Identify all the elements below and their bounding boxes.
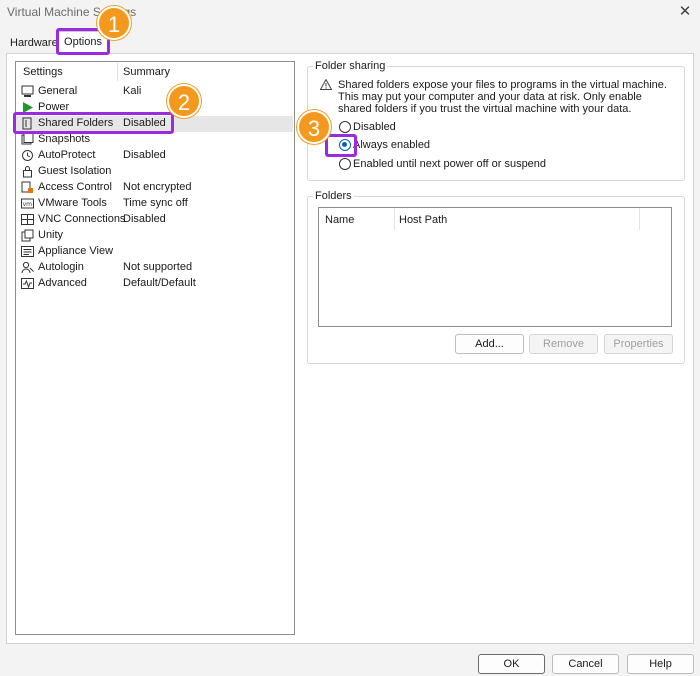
radio-disabled[interactable]: [339, 121, 351, 133]
autologin-icon: [21, 261, 34, 274]
list-item-autologin[interactable]: Autologin Not supported: [16, 260, 293, 276]
unity-icon: [21, 229, 34, 242]
snapshots-icon: [21, 133, 34, 145]
radio-always-enabled-label[interactable]: Always enabled: [353, 139, 430, 151]
list-item-summary: Disabled: [123, 213, 166, 225]
list-item-snapshots[interactable]: Snapshots: [16, 132, 293, 148]
list-item-summary: Default/Default: [123, 277, 196, 289]
column-divider[interactable]: [117, 63, 118, 81]
list-item-guest-isolation[interactable]: Guest Isolation: [16, 164, 293, 180]
appliance-view-icon: [21, 246, 34, 257]
list-item-summary: Not encrypted: [123, 181, 192, 193]
guest-isolation-icon: [23, 166, 32, 178]
radio-enabled-until-power-off-label[interactable]: Enabled until next power off or suspend: [353, 158, 546, 170]
host-path-column-header[interactable]: Host Path: [399, 214, 447, 226]
properties-button[interactable]: Properties: [604, 334, 673, 354]
settings-column-header[interactable]: Settings: [23, 66, 63, 78]
list-item-label: Guest Isolation: [38, 165, 112, 177]
access-control-icon: [21, 181, 33, 193]
close-icon[interactable]: ✕: [674, 2, 696, 22]
tab-hardware[interactable]: Hardware: [6, 34, 62, 54]
list-item-label: Appliance View: [38, 245, 114, 257]
help-button[interactable]: Help: [627, 654, 694, 674]
list-item-label: Access Control: [38, 181, 112, 193]
list-item-vmware-tools[interactable]: vm VMware Tools Time sync off: [16, 196, 293, 212]
list-item-appliance-view[interactable]: Appliance View: [16, 244, 293, 260]
sharing-warning-text: Shared folders expose your files to prog…: [338, 79, 667, 115]
list-item-label: Snapshots: [38, 133, 90, 145]
list-item-access-control[interactable]: Access Control Not encrypted: [16, 180, 293, 196]
advanced-icon: [21, 278, 34, 289]
radio-enabled-until-power-off[interactable]: [339, 158, 351, 170]
step-badge-3: 3: [297, 110, 331, 144]
summary-column-header[interactable]: Summary: [123, 66, 170, 78]
list-item-label: Advanced: [38, 277, 87, 289]
cancel-button[interactable]: Cancel: [552, 654, 619, 674]
list-item-summary: Disabled: [123, 149, 166, 161]
warning-icon: [320, 79, 332, 90]
list-item-advanced[interactable]: Advanced Default/Default: [16, 276, 293, 292]
list-item-vnc-connections[interactable]: VNC Connections Disabled: [16, 212, 293, 228]
list-item-label: General: [38, 85, 78, 97]
add-folder-button[interactable]: Add...: [455, 334, 524, 354]
step-badge-1: 1: [97, 6, 131, 40]
folders-title: Folders: [313, 190, 354, 202]
radio-disabled-label[interactable]: Disabled: [353, 121, 396, 133]
list-item-general[interactable]: General Kali: [16, 84, 293, 100]
list-item-label: VMware Tools: [38, 197, 107, 209]
remove-folder-button[interactable]: Remove: [529, 334, 598, 354]
list-item-summary: Time sync off: [123, 197, 188, 209]
vmware-tools-icon: vm: [21, 198, 34, 209]
column-divider[interactable]: [394, 208, 395, 230]
highlight-shared-folders: [13, 112, 174, 134]
list-item-unity[interactable]: Unity: [16, 228, 293, 244]
step-badge-2: 2: [167, 84, 201, 118]
autoprotect-icon: [22, 150, 33, 161]
general-icon: [21, 85, 34, 97]
list-item-label: Autologin: [38, 261, 84, 273]
list-item-summary: Not supported: [123, 261, 193, 273]
list-item-label: VNC Connections: [38, 213, 126, 225]
list-item-summary: Kali: [123, 85, 142, 97]
name-column-header[interactable]: Name: [325, 214, 354, 226]
ok-button[interactable]: OK: [478, 654, 545, 674]
list-item-label: AutoProtect: [38, 149, 96, 161]
highlight-always-enabled: [325, 134, 357, 157]
column-divider[interactable]: [639, 208, 640, 230]
svg-text:vm: vm: [23, 201, 33, 208]
vnc-icon: [21, 214, 34, 225]
list-item-autoprotect[interactable]: AutoProtect Disabled: [16, 148, 293, 164]
list-item-label: Unity: [38, 229, 64, 241]
folders-table[interactable]: [318, 207, 672, 327]
folder-sharing-title: Folder sharing: [313, 60, 388, 72]
